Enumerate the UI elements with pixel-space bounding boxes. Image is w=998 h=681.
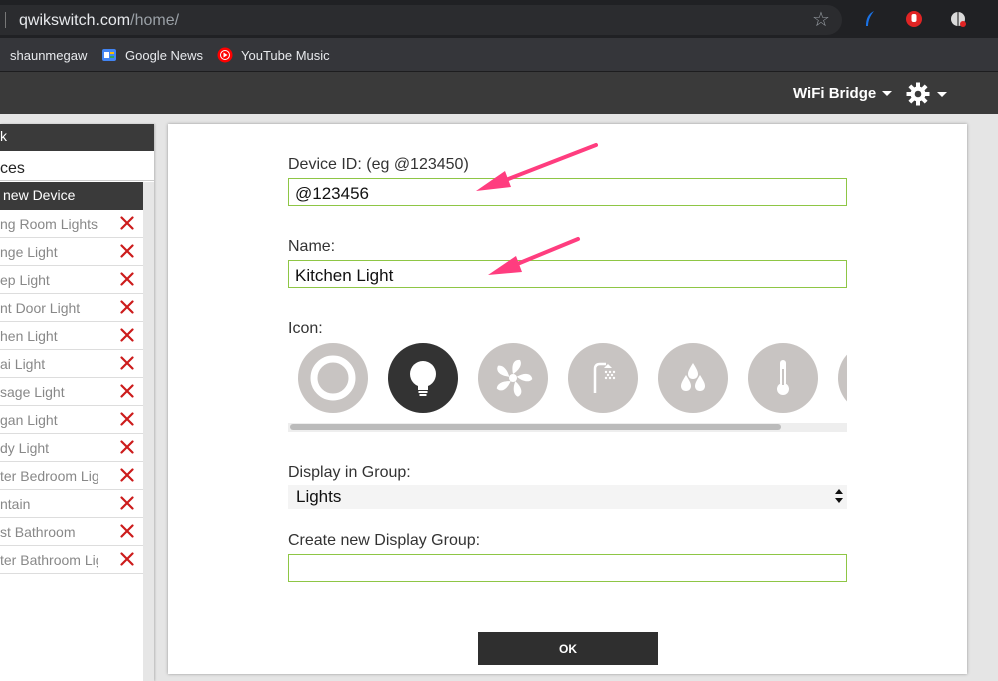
new-group-input[interactable] xyxy=(288,554,847,582)
bookmark-star-icon[interactable]: ☆ xyxy=(812,10,830,30)
device-list-item[interactable]: ntain xyxy=(0,490,143,518)
device-list-item[interactable]: dy Light xyxy=(0,434,143,462)
device-list-item[interactable]: nge Light xyxy=(0,238,143,266)
group-label: Display in Group: xyxy=(288,464,411,481)
device-name: ter Bedroom Ligl xyxy=(0,468,98,484)
delete-icon[interactable] xyxy=(120,524,134,538)
chevron-down-icon xyxy=(937,91,947,97)
wifi-bridge-label: WiFi Bridge xyxy=(793,85,877,102)
bookmark-youtube-music[interactable]: YouTube Music xyxy=(217,46,330,64)
scrollbar-thumb[interactable] xyxy=(290,424,781,430)
ring-icon[interactable] xyxy=(298,343,368,413)
wifi-bridge-dropdown[interactable]: WiFi Bridge xyxy=(793,85,893,102)
adblock-extension-icon[interactable] xyxy=(905,10,923,28)
group-select[interactable]: Lights xyxy=(288,485,847,509)
chevron-down-icon xyxy=(882,91,893,96)
device-name: ep Light xyxy=(0,272,50,288)
google-news-icon xyxy=(102,49,116,61)
url-path: /home/ xyxy=(130,12,180,29)
settings-dropdown[interactable] xyxy=(906,82,947,106)
group-select-value: Lights xyxy=(296,487,342,506)
device-id-input[interactable] xyxy=(288,178,847,206)
device-list-item[interactable]: hen Light xyxy=(0,322,143,350)
address-bar[interactable]: qwikswitch.com/home/ ☆ xyxy=(0,5,842,35)
device-name: ter Bathroom Lig xyxy=(0,552,98,568)
device-list-item[interactable]: ter Bathroom Lig xyxy=(0,546,143,574)
device-name: ng Room Lights xyxy=(0,216,98,232)
device-name: nge Light xyxy=(0,244,58,260)
device-list-item[interactable]: ai Light xyxy=(0,350,143,378)
delete-icon[interactable] xyxy=(120,496,134,510)
address-separator xyxy=(5,12,6,28)
bookmarks-bar: shaunmegaw Google News YouTube Music xyxy=(0,38,998,72)
device-name: ai Light xyxy=(0,356,46,372)
bookmark-label: shaunmegaw xyxy=(10,47,88,63)
device-name: ntain xyxy=(0,496,31,512)
privacy-extension-icon[interactable] xyxy=(949,10,967,28)
bookmark-google-news[interactable]: Google News xyxy=(101,46,203,64)
delete-icon[interactable] xyxy=(120,412,134,426)
sidebar-scrollbar[interactable] xyxy=(143,182,154,681)
shower-icon[interactable] xyxy=(568,343,638,413)
device-list-item[interactable]: nt Door Light xyxy=(0,294,143,322)
device-id-label: Device ID: (eg @123450) xyxy=(288,156,469,173)
select-arrows-icon xyxy=(835,489,843,503)
device-list-item[interactable]: ng Room Lights xyxy=(0,210,143,238)
new-group-label: Create new Display Group: xyxy=(288,532,481,549)
delete-icon[interactable] xyxy=(120,384,134,398)
delete-icon[interactable] xyxy=(120,244,134,258)
device-list-item[interactable]: sage Light xyxy=(0,378,143,406)
name-label: Name: xyxy=(288,238,336,255)
icon-label: Icon: xyxy=(288,320,323,337)
url-text[interactable]: qwikswitch.com/home/ xyxy=(19,12,179,30)
app-header: WiFi Bridge xyxy=(0,72,998,114)
delete-icon[interactable] xyxy=(120,328,134,342)
device-name: sage Light xyxy=(0,384,65,400)
fan-icon[interactable] xyxy=(478,343,548,413)
device-list-item[interactable]: ep Light xyxy=(0,266,143,294)
water-drops-icon[interactable] xyxy=(658,343,728,413)
add-new-device-button[interactable]: new Device xyxy=(0,182,143,210)
ok-button[interactable]: OK xyxy=(478,632,658,665)
lightbulb-icon[interactable] xyxy=(388,343,458,413)
sidebar-header: k xyxy=(0,124,154,151)
edit-device-panel: Device ID: (eg @123450) Name: Icon: xyxy=(168,124,967,674)
icon-picker xyxy=(288,340,847,420)
youtube-music-icon xyxy=(217,47,233,63)
feather-extension-icon[interactable] xyxy=(861,10,879,28)
device-name: dy Light xyxy=(0,440,50,456)
delete-icon[interactable] xyxy=(120,440,134,454)
icon-picker-scrollbar[interactable] xyxy=(288,423,847,432)
thermometer-icon[interactable] xyxy=(748,343,818,413)
bookmark-shaunmegaw[interactable]: shaunmegaw xyxy=(10,46,87,64)
delete-icon[interactable] xyxy=(120,272,134,286)
bookmark-label: YouTube Music xyxy=(241,47,330,63)
url-host: qwikswitch.com xyxy=(19,12,131,29)
device-name: st Bathroom xyxy=(0,524,76,540)
delete-icon[interactable] xyxy=(120,300,134,314)
device-list-item[interactable]: ter Bedroom Ligl xyxy=(0,462,143,490)
device-name: gan Light xyxy=(0,412,58,428)
device-name: nt Door Light xyxy=(0,300,81,316)
device-list-item[interactable]: gan Light xyxy=(0,406,143,434)
partial-icon[interactable] xyxy=(838,343,847,413)
device-list-item[interactable]: st Bathroom xyxy=(0,518,143,546)
device-name: hen Light xyxy=(0,328,58,344)
delete-icon[interactable] xyxy=(120,356,134,370)
sidebar-tab-devices[interactable]: ces xyxy=(0,151,154,181)
delete-icon[interactable] xyxy=(120,552,134,566)
gear-icon xyxy=(906,82,930,106)
delete-icon[interactable] xyxy=(120,216,134,230)
delete-icon[interactable] xyxy=(120,468,134,482)
name-input[interactable] xyxy=(288,260,847,288)
browser-toolbar: qwikswitch.com/home/ ☆ xyxy=(0,0,998,38)
bookmark-label: Google News xyxy=(125,47,204,63)
device-list: ng Room Lights nge Light ep Light nt Door L… xyxy=(0,210,143,574)
devices-sidebar: k ces new Device ng Room Lights nge Light… xyxy=(0,124,154,681)
